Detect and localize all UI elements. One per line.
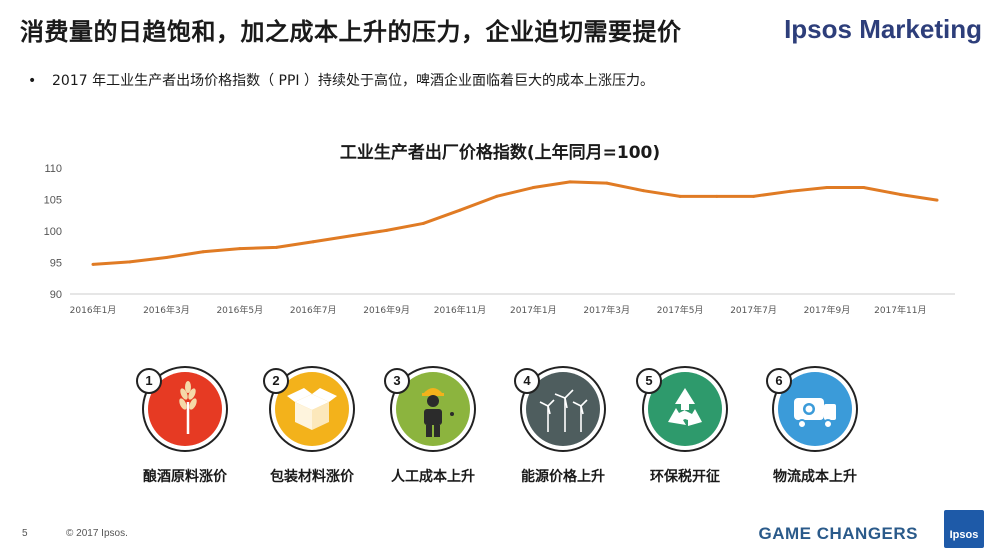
- x-tick-label: 2017年1月: [510, 304, 557, 316]
- x-tick-labels: 2016年1月 2016年3月 2016年5月 2016年7月 2016年9月 2016年…: [70, 304, 927, 316]
- y-tick-labels: 90 95 100 105 110: [44, 163, 62, 301]
- data-point: [238, 247, 242, 251]
- cost-factor-item: 4 能源价格上升: [508, 366, 618, 486]
- cost-factor-label: 酿酒原料涨价: [143, 469, 227, 485]
- data-point: [385, 228, 389, 232]
- bullet-point: • 2017 年工业生产者出场价格指数（ PPI ）持续处于高位，啤酒企业面临着巨…: [28, 70, 654, 90]
- icon-ring: 5: [636, 366, 728, 452]
- x-tick-label: 2016年11月: [434, 304, 486, 316]
- data-point: [458, 208, 462, 212]
- data-point: [715, 194, 719, 198]
- data-point: [568, 180, 572, 184]
- x-tick-label: 2016年9月: [363, 304, 410, 316]
- copyright: © 2017 Ipsos.: [66, 528, 128, 539]
- x-tick-label: 2017年9月: [804, 304, 851, 316]
- y-tick-label: 110: [44, 163, 62, 175]
- cost-factor-label: 人工成本上升: [391, 469, 475, 485]
- page-number: 5: [22, 528, 28, 539]
- icon-ring: 4: [514, 366, 606, 452]
- data-point: [862, 186, 866, 190]
- y-tick-label: 95: [50, 258, 62, 270]
- data-point: [935, 198, 939, 202]
- step-number-badge: 5: [636, 368, 662, 394]
- data-point: [128, 260, 132, 264]
- x-tick-label: 2017年5月: [657, 304, 704, 316]
- x-tick-label: 2016年3月: [143, 304, 190, 316]
- bullet-text: 2017 年工业生产者出场价格指数（ PPI ）持续处于高位，啤酒企业面临着巨大…: [52, 73, 654, 89]
- bullet-marker: •: [28, 73, 37, 89]
- data-point: [825, 186, 829, 190]
- y-tick-label: 105: [44, 195, 62, 207]
- data-point: [641, 189, 645, 193]
- cost-factor-item: 5 环保税开征: [630, 366, 740, 486]
- step-number-badge: 2: [263, 368, 289, 394]
- icon-ring: 6: [766, 366, 858, 452]
- tagline: GAME CHANGERS: [758, 524, 918, 543]
- icon-ring: 2: [263, 366, 355, 452]
- data-point: [678, 194, 682, 198]
- y-tick-label: 100: [44, 226, 62, 238]
- data-point: [495, 194, 499, 198]
- cost-factor-label: 能源价格上升: [521, 469, 605, 485]
- cost-factor-label: 物流成本上升: [773, 469, 857, 485]
- data-point: [201, 250, 205, 254]
- cost-factor-label: 包装材料涨价: [270, 469, 354, 485]
- data-point: [348, 234, 352, 238]
- x-tick-label: 2017年7月: [730, 304, 777, 316]
- x-tick-label: 2017年11月: [874, 304, 926, 316]
- ppi-line-chart: 9095100105110 2016年1月 2016年3月 2016年5月 2016年…: [44, 163, 955, 316]
- series-line: [92, 180, 938, 266]
- icon-ring: 1: [136, 366, 228, 452]
- data-point: [605, 181, 609, 185]
- data-point: [752, 194, 756, 198]
- icon-ring: 3: [384, 366, 476, 452]
- brand-name: Ipsos Marketing: [784, 14, 982, 44]
- x-tick-label: 2016年5月: [216, 304, 263, 316]
- cost-factor-item: 3 人工成本上升: [378, 366, 488, 486]
- cost-factor-item: 1 酿酒原料涨价: [130, 366, 240, 486]
- data-point: [311, 240, 315, 244]
- x-tick-label: 2016年7月: [290, 304, 337, 316]
- data-point: [91, 262, 95, 266]
- data-point: [788, 189, 792, 193]
- step-number-badge: 6: [766, 368, 792, 394]
- step-number-badge: 3: [384, 368, 410, 394]
- x-tick-label: 2016年1月: [70, 304, 117, 316]
- data-point: [898, 192, 902, 196]
- data-point: [531, 186, 535, 190]
- data-point: [164, 255, 168, 259]
- cost-factor-label: 环保税开征: [650, 469, 720, 485]
- cost-factor-item: 6 物流成本上升: [760, 366, 870, 486]
- x-tick-label: 2017年3月: [583, 304, 630, 316]
- cost-factor-item: 2 包装材料涨价: [257, 366, 367, 486]
- data-point: [421, 221, 425, 225]
- data-point: [274, 245, 278, 249]
- y-tick-label: 90: [50, 289, 62, 301]
- slide-title: 消费量的日趋饱和，加之成本上升的压力，企业迫切需要提价: [20, 18, 682, 46]
- step-number-badge: 4: [514, 368, 540, 394]
- ipsos-logo: Ipsos: [944, 510, 984, 548]
- logo-text: Ipsos: [949, 529, 979, 541]
- step-number-badge: 1: [136, 368, 162, 394]
